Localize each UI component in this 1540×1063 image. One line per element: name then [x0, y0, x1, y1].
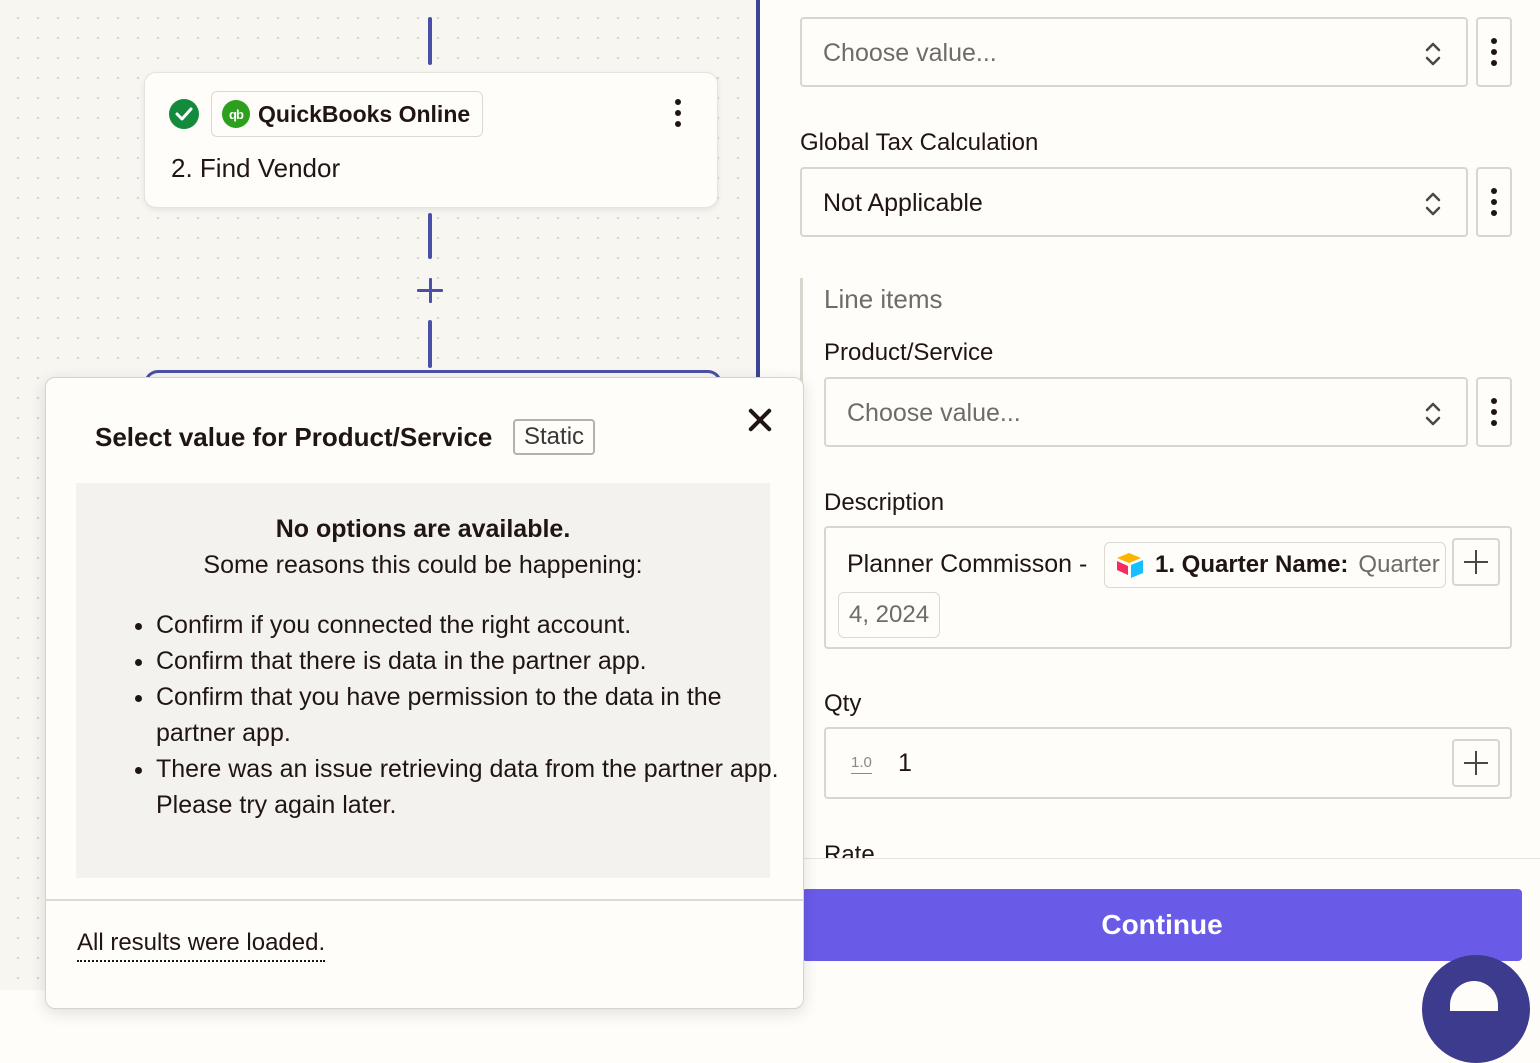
description-label: Description: [824, 489, 945, 516]
step-config-form: Choose value... Global Tax Calculation N…: [760, 0, 1540, 1063]
qty-label: Qty: [824, 690, 862, 717]
chevron-updown-icon: [1425, 42, 1441, 66]
kebab-icon: [1478, 169, 1510, 235]
list-item: Confirm if you connected the right accou…: [156, 607, 796, 643]
global-tax-select[interactable]: Not Applicable: [800, 167, 1468, 237]
product-service-placeholder: Choose value...: [847, 399, 1021, 427]
list-item: Confirm that there is data in the partne…: [156, 643, 796, 679]
department-placeholder: Choose value...: [823, 39, 997, 67]
step-card-find-vendor[interactable]: qb QuickBooks Online 2. Find Vendor: [144, 72, 718, 208]
description-field[interactable]: Planner Commisson - 1. Quarter Name: Qua…: [824, 526, 1512, 649]
chevron-updown-icon: [1425, 402, 1441, 426]
pill-field-name: 1. Quarter Name:: [1155, 551, 1349, 578]
close-icon[interactable]: [746, 406, 774, 434]
rate-label: Rate: [824, 841, 875, 858]
reasons-list: Confirm if you connected the right accou…: [122, 607, 796, 823]
no-options-message: No options are available. Some reasons t…: [76, 483, 779, 878]
description-text: Planner Commisson -: [847, 550, 1088, 578]
product-service-more-button[interactable]: [1476, 377, 1512, 447]
step-menu-kebab-icon[interactable]: [663, 95, 693, 131]
qty-field[interactable]: 1.0 1: [824, 727, 1512, 799]
department-select[interactable]: Choose value...: [800, 17, 1468, 87]
connector-line: [428, 320, 432, 368]
mapped-field-pill[interactable]: 1. Quarter Name: Quarter: [1104, 542, 1446, 588]
insert-data-plus-icon[interactable]: [1452, 538, 1500, 586]
no-options-title: No options are available.: [275, 515, 571, 543]
number-type-icon: 1.0: [851, 754, 872, 774]
app-name: QuickBooks Online: [258, 100, 471, 127]
help-chat-icon[interactable]: [1422, 955, 1530, 1063]
airtable-logo-icon: [1117, 553, 1143, 578]
product-service-label: Product/Service: [824, 339, 994, 366]
step-title: 2. Find Vendor: [171, 153, 341, 183]
product-service-select[interactable]: Choose value...: [824, 377, 1468, 447]
quickbooks-logo-icon: qb: [222, 100, 250, 128]
chevron-updown-icon: [1425, 192, 1441, 216]
kebab-icon: [1478, 379, 1510, 445]
static-badge: Static: [513, 419, 596, 455]
mapped-field-pill-continued[interactable]: 4, 2024: [838, 592, 941, 638]
global-tax-value: Not Applicable: [823, 189, 983, 217]
list-item: Confirm that you have permission to the …: [156, 679, 796, 751]
insert-data-plus-icon[interactable]: [1452, 739, 1500, 787]
qty-value: 1: [898, 749, 912, 777]
popup-divider: [46, 899, 803, 901]
select-value-popup: Select value for Product/Service Static …: [45, 377, 804, 1009]
connector-line: [428, 213, 432, 259]
app-chip: qb QuickBooks Online: [211, 91, 484, 137]
add-step-plus-icon[interactable]: [414, 274, 446, 306]
connector-line: [428, 17, 432, 65]
check-circle-icon: [169, 99, 199, 129]
list-item: There was an issue retrieving data from …: [156, 751, 796, 823]
department-more-button[interactable]: [1476, 17, 1512, 87]
global-tax-label: Global Tax Calculation: [800, 129, 1039, 156]
pill-field-value: Quarter: [1358, 551, 1440, 578]
no-options-subtitle: Some reasons this could be happening:: [203, 551, 643, 579]
continue-button[interactable]: Continue: [802, 889, 1522, 961]
kebab-icon: [1478, 19, 1510, 85]
popup-title: Select value for Product/Service: [95, 422, 493, 452]
line-items-title: Line items: [824, 284, 943, 314]
all-results-loaded: All results were loaded.: [77, 929, 326, 962]
global-tax-more-button[interactable]: [1476, 167, 1512, 237]
